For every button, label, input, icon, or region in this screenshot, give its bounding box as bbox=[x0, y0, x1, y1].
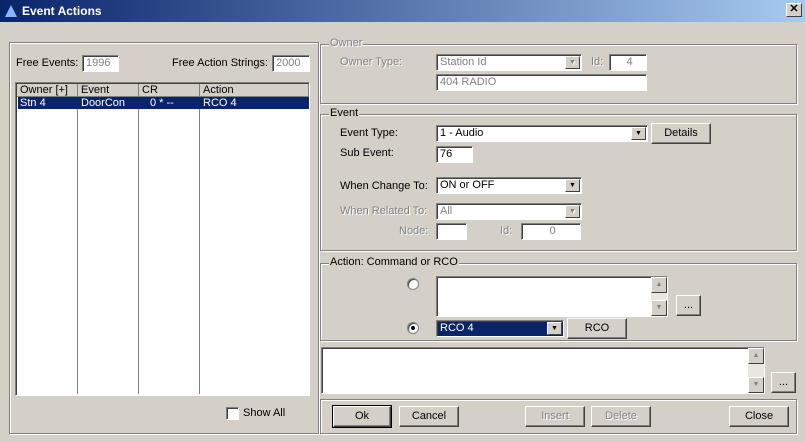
when-change-to-value: ON or OFF bbox=[440, 179, 495, 191]
chevron-down-icon: ▼ bbox=[565, 56, 580, 69]
column-header-action[interactable]: Action bbox=[200, 84, 309, 97]
node-field[interactable] bbox=[436, 223, 467, 240]
action-legend: Action: Command or RCO bbox=[329, 256, 459, 268]
event-list[interactable]: Owner [+] Event CR Action Stn 4 DoorCon … bbox=[15, 82, 310, 396]
app-icon bbox=[5, 5, 17, 17]
rco-button[interactable]: RCO bbox=[567, 318, 627, 339]
related-id-label: Id: bbox=[500, 225, 513, 237]
show-all-checkbox[interactable] bbox=[226, 407, 239, 420]
rco-value: RCO 4 bbox=[440, 322, 474, 334]
node-label: Node: bbox=[399, 225, 429, 237]
event-type-label: Event Type: bbox=[340, 127, 398, 139]
table-row[interactable]: Stn 4 DoorCon 0 * -- RCO 4 bbox=[18, 97, 309, 109]
owner-id-field: 4 bbox=[609, 54, 647, 71]
command-radio[interactable] bbox=[407, 278, 419, 290]
when-change-to-select[interactable]: ON or OFF ▼ bbox=[436, 177, 582, 194]
column-header-owner[interactable]: Owner [+] bbox=[17, 84, 78, 97]
rco-select[interactable]: RCO 4 ▼ bbox=[436, 320, 564, 337]
when-related-to-value: All bbox=[440, 205, 453, 217]
column-divider bbox=[77, 97, 78, 394]
notes-textarea[interactable] bbox=[321, 347, 765, 394]
sub-event-field[interactable]: 76 bbox=[436, 146, 473, 163]
scroll-up-icon[interactable]: ▲ bbox=[651, 277, 667, 293]
owner-type-label: Owner Type: bbox=[340, 56, 403, 68]
close-button[interactable]: Close bbox=[729, 406, 789, 427]
owner-type-select: Station Id ▼ bbox=[436, 54, 582, 71]
title-bar: Event Actions bbox=[0, 0, 805, 22]
when-change-to-label: When Change To: bbox=[340, 180, 428, 192]
column-divider bbox=[138, 97, 139, 394]
rco-radio[interactable] bbox=[407, 322, 419, 334]
owner-legend: Owner bbox=[329, 37, 364, 49]
details-button[interactable]: Details bbox=[651, 123, 711, 144]
notes-browse-button[interactable]: ... bbox=[771, 372, 796, 393]
event-type-value: 1 - Audio bbox=[440, 127, 484, 139]
free-action-strings-field: 2000 bbox=[272, 55, 310, 72]
show-all-label: Show All bbox=[243, 407, 286, 419]
sub-event-label: Sub Event: bbox=[340, 147, 394, 159]
column-header-cr[interactable]: CR bbox=[139, 84, 200, 97]
owner-id-label: Id: bbox=[591, 56, 604, 68]
column-header-event[interactable]: Event bbox=[78, 84, 139, 97]
command-scrollbar[interactable]: ▲ ▼ bbox=[651, 277, 667, 316]
when-related-to-label: When Related To: bbox=[340, 205, 428, 217]
scroll-up-icon[interactable]: ▲ bbox=[748, 348, 764, 364]
chevron-down-icon: ▼ bbox=[565, 205, 580, 218]
column-divider bbox=[199, 97, 200, 394]
owner-type-value: Station Id bbox=[440, 56, 487, 68]
close-window-button[interactable]: ✕ bbox=[786, 3, 802, 17]
owner-name-field: 404 RADIO bbox=[436, 74, 647, 91]
cell-cr: 0 * -- bbox=[150, 97, 174, 109]
related-id-field: 0 bbox=[521, 223, 581, 240]
command-textarea[interactable] bbox=[436, 276, 668, 317]
event-type-select[interactable]: 1 - Audio ▼ bbox=[436, 125, 648, 142]
insert-button[interactable]: Insert bbox=[525, 406, 585, 427]
cell-action: RCO 4 bbox=[203, 97, 237, 109]
radio-dot bbox=[411, 326, 415, 330]
free-events-field: 1996 bbox=[82, 55, 119, 72]
window-title: Event Actions bbox=[22, 4, 102, 18]
event-legend: Event bbox=[329, 107, 360, 119]
ok-button[interactable]: Ok bbox=[332, 405, 392, 428]
delete-button[interactable]: Delete bbox=[591, 406, 651, 427]
cancel-button[interactable]: Cancel bbox=[399, 406, 459, 427]
scroll-down-icon[interactable]: ▼ bbox=[651, 300, 667, 316]
free-action-strings-label: Free Action Strings: bbox=[172, 57, 268, 69]
chevron-down-icon[interactable]: ▼ bbox=[631, 127, 646, 140]
scroll-down-icon[interactable]: ▼ bbox=[748, 377, 764, 393]
when-related-to-select: All ▼ bbox=[436, 203, 582, 220]
cell-owner: Stn 4 bbox=[20, 97, 46, 109]
chevron-down-icon[interactable]: ▼ bbox=[565, 179, 580, 192]
free-events-label: Free Events: bbox=[16, 57, 79, 69]
cell-event: DoorCon bbox=[81, 97, 126, 109]
chevron-down-icon[interactable]: ▼ bbox=[547, 322, 562, 335]
command-browse-button[interactable]: ... bbox=[676, 295, 701, 316]
notes-scrollbar[interactable]: ▲ ▼ bbox=[748, 348, 764, 393]
